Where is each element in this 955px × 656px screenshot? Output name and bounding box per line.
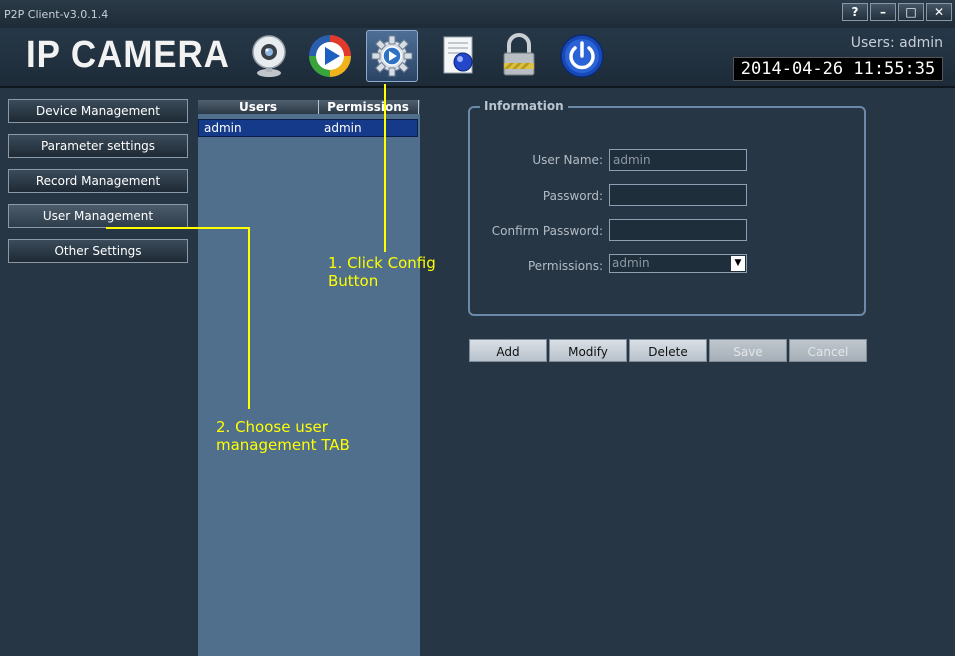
permissions-label: Permissions: <box>527 259 603 273</box>
username-field[interactable] <box>609 149 747 171</box>
password-field[interactable] <box>609 184 747 206</box>
annotation-step1: 1. Click Config Button <box>328 254 436 290</box>
window-title: P2P Client-v3.0.1.4 <box>4 8 109 21</box>
media-player-icon[interactable] <box>304 30 356 82</box>
delete-button[interactable]: Delete <box>629 339 707 362</box>
minimize-button[interactable]: – <box>870 3 896 21</box>
confirm-password-field[interactable] <box>609 219 747 241</box>
sidebar-item-device-management[interactable]: Device Management <box>8 99 188 123</box>
help-button[interactable]: ? <box>842 3 868 21</box>
annotation-line-user-tab-v <box>248 227 250 409</box>
username-label: User Name: <box>532 153 603 167</box>
chevron-down-icon[interactable]: ▼ <box>731 256 745 271</box>
add-button[interactable]: Add <box>469 339 547 362</box>
column-header-users[interactable]: Users <box>198 100 319 114</box>
cancel-button[interactable]: Cancel <box>789 339 867 362</box>
information-legend: Information <box>480 99 568 113</box>
sidebar-item-user-management[interactable]: User Management <box>8 204 188 228</box>
lock-icon[interactable] <box>493 30 545 82</box>
password-label: Password: <box>542 189 603 203</box>
title-bar: P2P Client-v3.0.1.4 ? – □ ✕ <box>0 0 955 28</box>
app-logo: IP CAMERA <box>26 34 230 76</box>
save-button[interactable]: Save <box>709 339 787 362</box>
modify-button[interactable]: Modify <box>549 339 627 362</box>
permissions-value: admin <box>612 256 650 270</box>
annotation-step2: 2. Choose user management TAB <box>216 418 350 454</box>
annotation-line-config <box>384 84 386 252</box>
user-list-header: Users Permissions <box>198 100 420 114</box>
log-document-icon[interactable] <box>432 30 484 82</box>
annotation-line-user-tab-h <box>106 227 250 229</box>
close-button[interactable]: ✕ <box>926 3 952 21</box>
webcam-icon[interactable] <box>243 30 295 82</box>
information-group: Information <box>468 99 866 316</box>
window-controls: ? – □ ✕ <box>842 3 952 21</box>
maximize-button[interactable]: □ <box>898 3 924 21</box>
sidebar-item-parameter-settings[interactable]: Parameter settings <box>8 134 188 158</box>
sidebar-item-other-settings[interactable]: Other Settings <box>8 239 188 263</box>
row-user: admin <box>204 121 242 135</box>
sidebar-item-record-management[interactable]: Record Management <box>8 169 188 193</box>
config-gear-icon[interactable] <box>366 30 418 82</box>
power-icon[interactable] <box>556 30 608 82</box>
column-header-permissions[interactable]: Permissions <box>318 100 419 114</box>
current-user-label: Users: admin <box>850 35 943 51</box>
user-list[interactable]: Users Permissions admin admin <box>198 100 420 656</box>
datetime-display: 2014-04-26 11:55:35 <box>733 57 943 81</box>
row-permission: admin <box>324 121 362 135</box>
permissions-select[interactable]: admin ▼ <box>609 254 747 273</box>
app-header: IP CAMERA Users: admin 2014-04-26 11:55:… <box>0 28 955 88</box>
confirm-password-label: Confirm Password: <box>491 224 603 238</box>
